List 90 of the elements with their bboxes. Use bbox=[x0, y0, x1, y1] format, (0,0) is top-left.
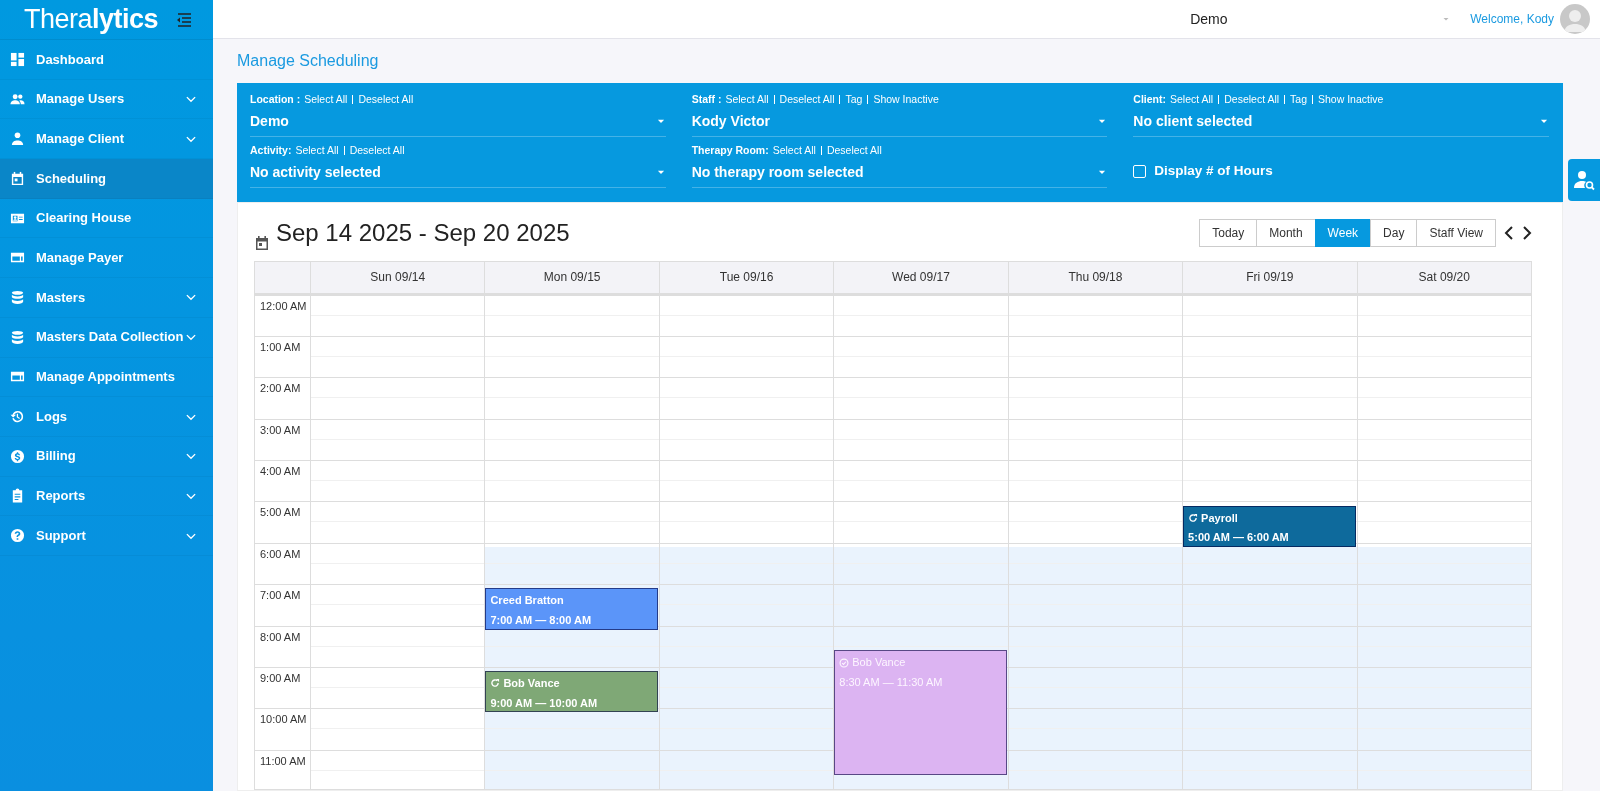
time-label: 5:00 AM bbox=[255, 502, 310, 544]
day-header: Fri 09/19 bbox=[1183, 261, 1357, 296]
time-label: 4:00 AM bbox=[255, 461, 310, 503]
day-header: Thu 09/18 bbox=[1008, 261, 1183, 296]
dashboard-icon bbox=[10, 51, 25, 67]
location-select[interactable]: Demo bbox=[1190, 8, 1451, 30]
day-header: Sun 09/14 bbox=[311, 261, 485, 296]
time-label: 3:00 AM bbox=[255, 419, 310, 462]
view-button[interactable]: Today bbox=[1199, 218, 1258, 247]
filter-label: Client: bbox=[1133, 92, 1166, 107]
user-search-icon bbox=[1573, 169, 1595, 191]
filter-link[interactable]: Show Inactive bbox=[873, 92, 939, 108]
event[interactable]: Bob Vance 8:30 AM — 11:30 AM bbox=[834, 650, 1007, 775]
previous-icon[interactable] bbox=[1504, 225, 1514, 240]
day-header: Mon 09/15 bbox=[485, 261, 659, 296]
page-title: Manage Scheduling bbox=[237, 51, 380, 71]
caret-down-icon bbox=[1442, 15, 1451, 23]
person-icon bbox=[10, 131, 25, 147]
time-label: 10:00 AM bbox=[255, 709, 310, 751]
event-time: 5:00 AM — 6:00 AM bbox=[1188, 530, 1290, 545]
date-range: Sep 14 2025 - Sep 20 2025 bbox=[276, 217, 570, 248]
view-button[interactable]: Month bbox=[1256, 218, 1316, 247]
day-header: Sat 09/20 bbox=[1357, 261, 1531, 296]
time-label: 11:00 AM bbox=[255, 750, 310, 789]
history-icon bbox=[10, 409, 25, 425]
filter-select[interactable]: No therapy room selected bbox=[691, 159, 1108, 188]
time-label: 7:00 AM bbox=[255, 585, 310, 627]
database-icon bbox=[10, 329, 25, 345]
event-title: Bob Vance bbox=[852, 655, 906, 671]
event[interactable]: Creed Bratton 7:00 AM — 8:00 AM bbox=[485, 588, 658, 630]
filter-link[interactable]: Show Inactive bbox=[1318, 92, 1384, 108]
filter-link[interactable]: Select All bbox=[1170, 92, 1214, 108]
event[interactable]: Bob Vance 9:00 AM — 10:00 AM bbox=[485, 671, 658, 713]
filter-select[interactable]: No activity selected bbox=[250, 159, 666, 188]
event-title: Creed Bratton bbox=[490, 593, 564, 609]
time-label: 8:00 AM bbox=[255, 626, 310, 668]
time-label: 6:00 AM bbox=[255, 543, 310, 586]
clipboard-icon bbox=[10, 488, 25, 504]
filter-link[interactable]: Deselect All bbox=[779, 92, 835, 108]
recurring-icon bbox=[1188, 512, 1199, 523]
dollar-icon bbox=[10, 448, 25, 464]
recurring-icon bbox=[490, 678, 501, 689]
filter-label: Location : bbox=[250, 92, 301, 107]
sidebar-item[interactable]: Scheduling bbox=[0, 159, 213, 199]
filter-link[interactable]: Tag bbox=[845, 92, 863, 108]
time-label: 12:00 AM bbox=[255, 295, 310, 337]
view-button[interactable]: Day bbox=[1370, 218, 1418, 247]
filter-link[interactable]: Deselect All bbox=[349, 142, 405, 159]
checkbox-label: Display # of Hours bbox=[1154, 162, 1273, 181]
calendar-icon bbox=[254, 234, 270, 251]
sidebar-item[interactable]: Dashboard bbox=[0, 40, 213, 80]
day-header: Tue 09/16 bbox=[659, 261, 834, 296]
welcome-link[interactable]: Welcome, Kody bbox=[1470, 10, 1554, 28]
checkbox[interactable] bbox=[1133, 164, 1147, 178]
event-title: Bob Vance bbox=[503, 676, 560, 692]
filter-link[interactable]: Deselect All bbox=[358, 92, 414, 108]
day-header: Wed 09/17 bbox=[834, 261, 1008, 296]
filter-link[interactable]: Deselect All bbox=[826, 142, 882, 159]
filter-label: Activity: bbox=[250, 142, 292, 158]
event-time: 7:00 AM — 8:00 AM bbox=[490, 612, 593, 628]
time-label: 2:00 AM bbox=[255, 378, 310, 420]
filter-select[interactable]: Kody Victor bbox=[691, 108, 1108, 137]
filter-link[interactable]: Select All bbox=[304, 92, 348, 108]
event-time: 9:00 AM — 10:00 AM bbox=[490, 695, 599, 711]
filter-link[interactable]: Deselect All bbox=[1224, 92, 1280, 108]
filter-label: Therapy Room: bbox=[691, 142, 769, 158]
filter-link[interactable]: Select All bbox=[295, 142, 339, 159]
time-label: 1:00 AM bbox=[255, 336, 310, 379]
view-button[interactable]: Week bbox=[1314, 218, 1372, 247]
filter-select[interactable]: No client selected bbox=[1133, 108, 1549, 137]
filter-link[interactable]: Tag bbox=[1290, 92, 1307, 108]
sidebar-item[interactable]: Support bbox=[0, 516, 213, 556]
users-icon bbox=[10, 91, 25, 107]
database-icon bbox=[10, 289, 25, 305]
check-circle-icon bbox=[839, 657, 850, 668]
collapse-menu-icon[interactable] bbox=[175, 11, 193, 28]
event-time: 8:30 AM — 11:30 AM bbox=[839, 674, 944, 690]
calendar-icon bbox=[10, 170, 25, 186]
help-icon bbox=[10, 528, 25, 544]
event[interactable]: Payroll 5:00 AM — 6:00 AM bbox=[1183, 505, 1356, 547]
time-label: 9:00 AM bbox=[255, 668, 310, 710]
logo: Theralytics bbox=[24, 6, 159, 33]
filter-link[interactable]: Select All bbox=[725, 92, 769, 108]
event-title: Payroll bbox=[1201, 510, 1238, 526]
next-icon[interactable] bbox=[1522, 225, 1532, 240]
view-button[interactable]: Staff View bbox=[1416, 218, 1496, 247]
filter-label: Staff : bbox=[691, 92, 722, 107]
user-search-button[interactable] bbox=[1568, 159, 1600, 201]
filter-link[interactable]: Select All bbox=[772, 142, 816, 159]
filter-select[interactable]: Demo bbox=[250, 108, 666, 137]
